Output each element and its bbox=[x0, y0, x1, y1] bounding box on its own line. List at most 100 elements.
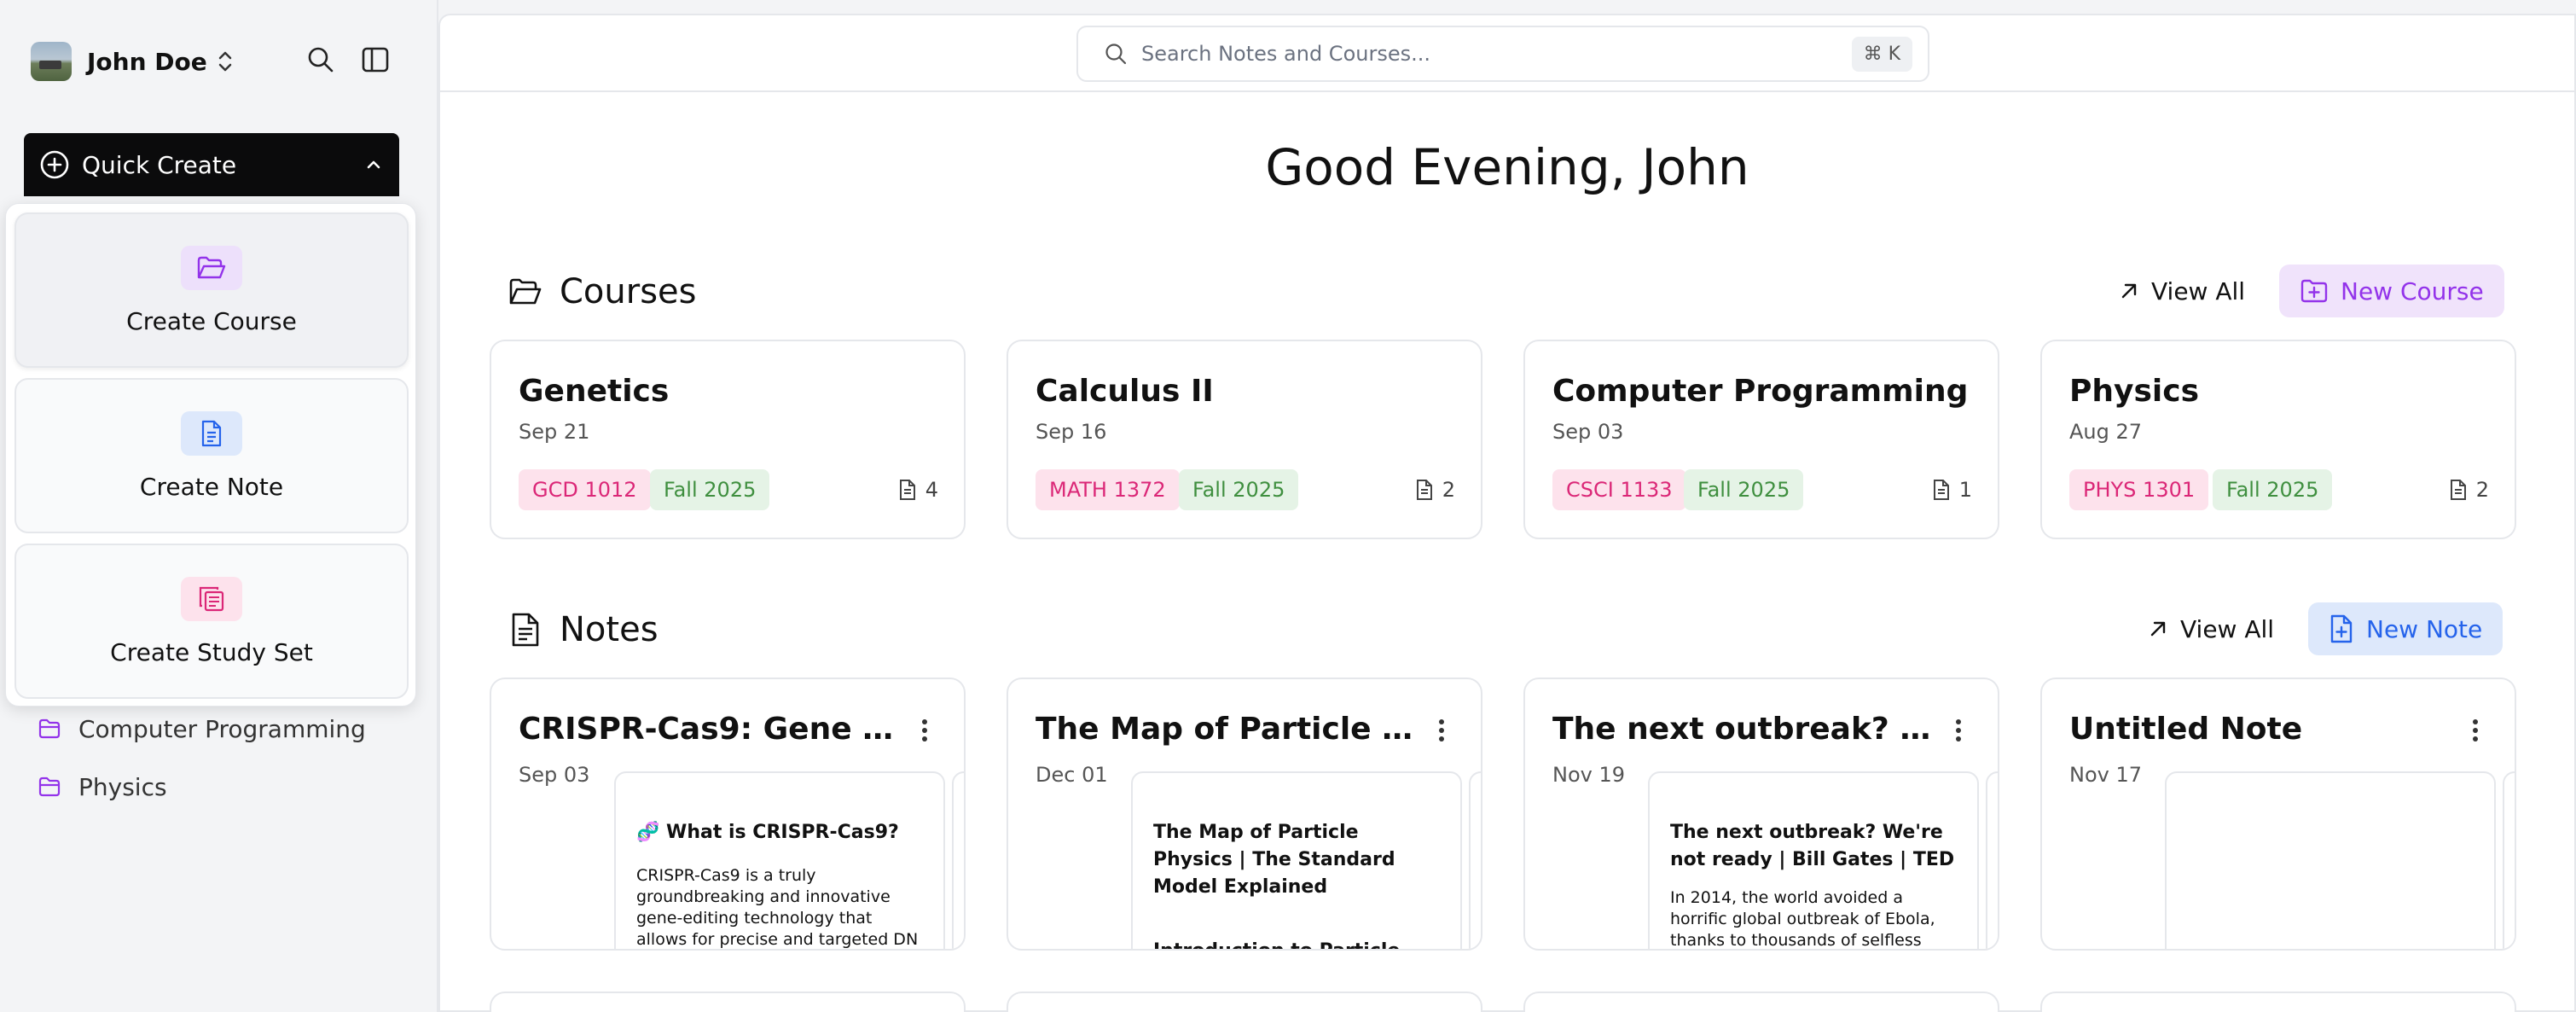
course-doc-count: 1 bbox=[1932, 478, 1972, 502]
create-study-set-icon-wrap bbox=[181, 576, 242, 621]
quick-create-menu: Create Course Create Note Create Study S… bbox=[5, 203, 416, 707]
document-icon bbox=[2450, 480, 2466, 500]
search-shortcut-badge: ⌘ K bbox=[1851, 36, 1912, 72]
more-vertical-icon[interactable] bbox=[1436, 717, 1447, 744]
note-date: Sep 03 bbox=[519, 763, 590, 787]
document-icon bbox=[1933, 480, 1949, 500]
course-code-badge: CSCI 1133 bbox=[1552, 469, 1686, 510]
create-study-set-label: Create Study Set bbox=[110, 637, 313, 666]
note-title: CRISPR-Cas9: Gene Editing bbox=[519, 712, 911, 747]
create-study-set-button[interactable]: Create Study Set bbox=[15, 544, 409, 699]
course-title: Calculus II bbox=[1036, 374, 1214, 409]
course-title: Genetics bbox=[519, 374, 670, 409]
note-preview bbox=[2165, 771, 2496, 949]
create-note-button[interactable]: Create Note bbox=[15, 378, 409, 533]
note-card-next-outbreak[interactable]: The next outbreak? We're not ready Nov 1… bbox=[1523, 678, 1999, 951]
document-icon bbox=[201, 420, 222, 446]
new-course-button[interactable]: New Course bbox=[2279, 265, 2504, 317]
folder-open-icon bbox=[197, 256, 226, 278]
courses-view-all-label: View All bbox=[2151, 276, 2246, 305]
courses-view-all-link[interactable]: View All bbox=[2119, 265, 2245, 317]
course-code-badge: PHYS 1301 bbox=[2069, 469, 2209, 510]
chevron-up-icon bbox=[367, 160, 380, 169]
course-code-badge: GCD 1012 bbox=[519, 469, 651, 510]
course-date: Aug 27 bbox=[2069, 420, 2143, 444]
folder-plus-icon bbox=[2300, 279, 2328, 303]
more-vertical-icon[interactable] bbox=[920, 717, 930, 744]
note-date: Nov 17 bbox=[2069, 763, 2143, 787]
folder-icon bbox=[38, 718, 61, 739]
note-card-partial[interactable] bbox=[490, 992, 966, 1012]
course-doc-count-value: 4 bbox=[925, 478, 938, 502]
note-title: The Map of Particle Physics bbox=[1036, 712, 1428, 747]
user-name: John Doe bbox=[87, 47, 207, 76]
search-button[interactable] bbox=[304, 43, 338, 77]
top-bar: Search Notes and Courses... ⌘ K bbox=[440, 15, 2574, 92]
course-code-badge: MATH 1372 bbox=[1036, 469, 1180, 510]
quick-create-button[interactable]: Quick Create bbox=[24, 133, 399, 196]
note-card-partial[interactable] bbox=[1007, 992, 1482, 1012]
note-preview: The next outbreak? We're not ready | Bil… bbox=[1648, 771, 1979, 950]
more-vertical-icon[interactable] bbox=[1953, 717, 1964, 744]
document-icon bbox=[899, 480, 915, 500]
note-preview-body: In 2014, the world avoided a horrific gl… bbox=[1670, 888, 1935, 950]
greeting-title: Good Evening, John bbox=[1265, 138, 1749, 196]
note-preview-heading: The Map of Particle Physics | The Standa… bbox=[1153, 822, 1395, 898]
arrow-up-right-icon bbox=[2150, 621, 2166, 637]
create-course-label: Create Course bbox=[126, 306, 297, 335]
copy-stack-icon bbox=[199, 586, 224, 611]
search-icon bbox=[1105, 44, 1127, 65]
note-preview-body: CRISPR-Cas9 is a truly groundbreaking an… bbox=[636, 866, 919, 949]
course-doc-count: 4 bbox=[898, 478, 938, 502]
course-date: Sep 16 bbox=[1036, 420, 1107, 444]
courses-section-title: Courses bbox=[560, 272, 697, 311]
new-course-label: New Course bbox=[2341, 276, 2484, 305]
create-note-label: Create Note bbox=[139, 472, 284, 501]
sidebar-item-physics[interactable]: Physics bbox=[38, 770, 167, 804]
sidebar-item-label: Computer Programming bbox=[78, 714, 366, 743]
note-card-partial[interactable] bbox=[2040, 992, 2516, 1012]
new-note-button[interactable]: New Note bbox=[2308, 602, 2503, 655]
course-doc-count-value: 2 bbox=[2475, 478, 2489, 502]
plus-circle-icon bbox=[40, 150, 69, 179]
more-vertical-icon[interactable] bbox=[2470, 717, 2480, 744]
create-course-icon-wrap bbox=[181, 245, 242, 290]
avatar bbox=[31, 42, 72, 81]
note-preview-subheading: Introduction to Particle Physics bbox=[1153, 940, 1440, 949]
course-doc-count-value: 2 bbox=[1442, 478, 1455, 502]
note-preview-heading: 🧬 What is CRISPR-Cas9? bbox=[636, 822, 899, 843]
course-card-physics[interactable]: Physics Aug 27 PHYS 1301 Fall 2025 2 bbox=[2040, 340, 2516, 539]
note-card-crispr[interactable]: CRISPR-Cas9: Gene Editing Sep 03 🧬 What … bbox=[490, 678, 966, 951]
sidebar-panel-icon bbox=[362, 47, 389, 73]
new-note-label: New Note bbox=[2366, 614, 2483, 643]
note-card-untitled[interactable]: Untitled Note Nov 17 bbox=[2040, 678, 2516, 951]
create-course-button[interactable]: Create Course bbox=[15, 212, 409, 368]
user-switcher[interactable]: John Doe bbox=[31, 41, 235, 82]
toggle-sidebar-button[interactable] bbox=[358, 43, 392, 77]
courses-section-header: Courses bbox=[508, 270, 697, 314]
course-doc-count: 2 bbox=[1415, 478, 1455, 502]
course-term-badge: Fall 2025 bbox=[2213, 469, 2333, 510]
course-card-genetics[interactable]: Genetics Sep 21 GCD 1012 Fall 2025 4 bbox=[490, 340, 966, 539]
note-title: Untitled Note bbox=[2069, 712, 2303, 747]
course-card-computer-programming[interactable]: Computer Programming Sep 03 CSCI 1133 Fa… bbox=[1523, 340, 1999, 539]
note-preview-stack bbox=[1986, 771, 1998, 949]
chevron-up-down-icon bbox=[218, 51, 231, 72]
note-preview-stack bbox=[2503, 771, 2515, 949]
sidebar-item-computer-programming[interactable]: Computer Programming bbox=[38, 712, 366, 746]
document-icon bbox=[512, 613, 539, 647]
folder-icon bbox=[38, 776, 61, 797]
course-title: Computer Programming bbox=[1552, 374, 1969, 409]
document-plus-icon bbox=[2330, 614, 2353, 643]
note-preview: The Map of Particle Physics | The Standa… bbox=[1131, 771, 1462, 949]
note-card-partial[interactable] bbox=[1523, 992, 1999, 1012]
note-card-particle-physics[interactable]: The Map of Particle Physics Dec 01 The M… bbox=[1007, 678, 1482, 951]
course-card-calculus-ii[interactable]: Calculus II Sep 16 MATH 1372 Fall 2025 2 bbox=[1007, 340, 1482, 539]
course-title: Physics bbox=[2069, 374, 2200, 409]
course-term-badge: Fall 2025 bbox=[650, 469, 770, 510]
notes-view-all-link[interactable]: View All bbox=[2148, 602, 2274, 655]
note-date: Dec 01 bbox=[1036, 763, 1108, 787]
search-input[interactable]: Search Notes and Courses... ⌘ K bbox=[1076, 26, 1929, 82]
course-term-badge: Fall 2025 bbox=[1684, 469, 1804, 510]
document-icon bbox=[1416, 480, 1432, 500]
